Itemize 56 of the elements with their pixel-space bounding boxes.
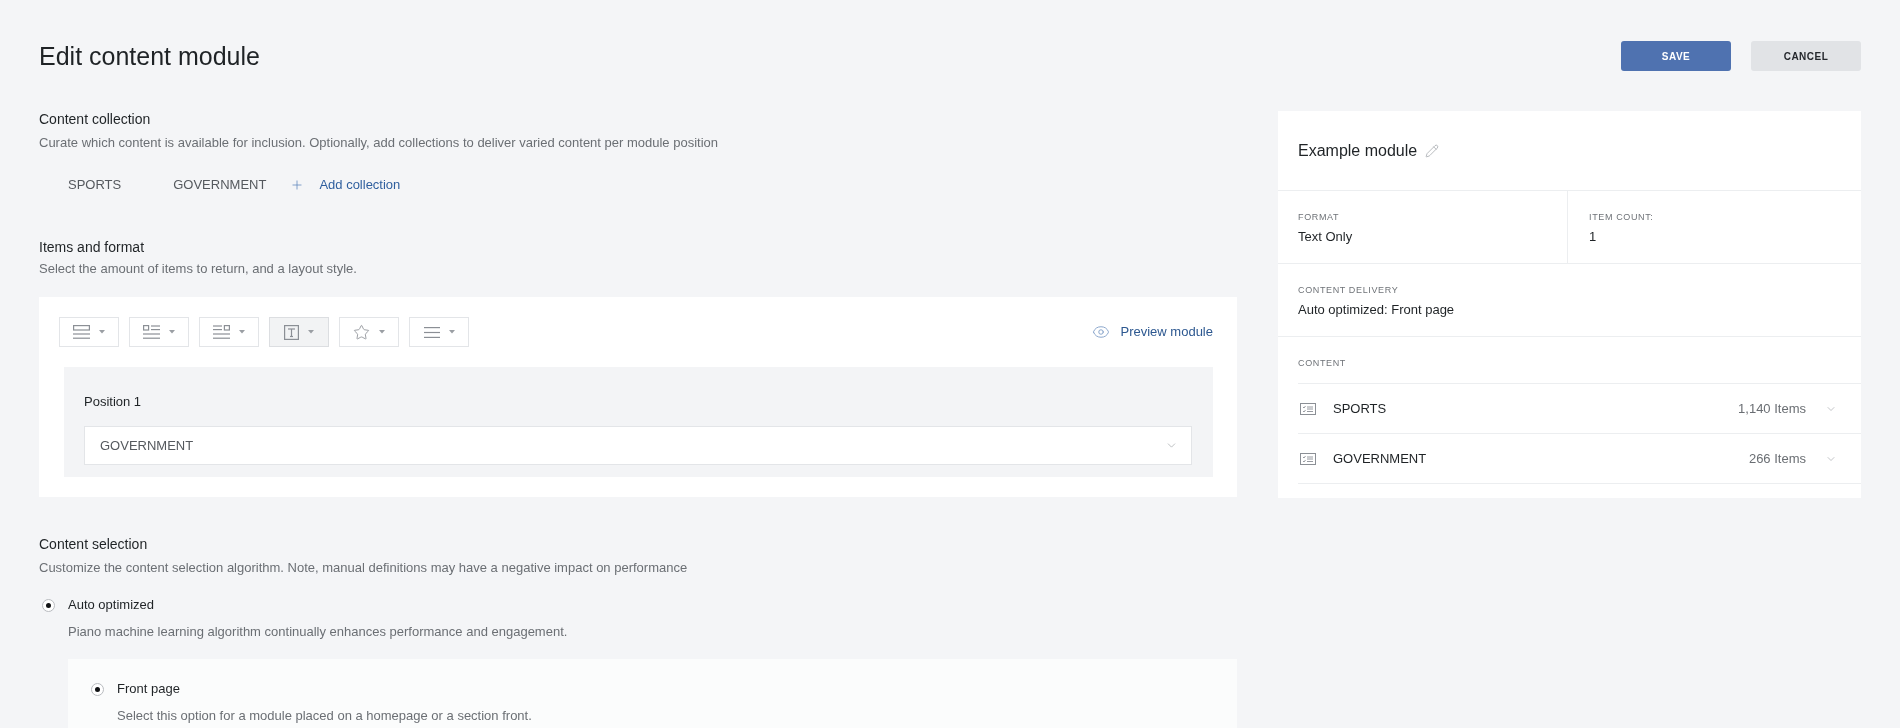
- item-count: 1,140 Items: [1738, 399, 1806, 418]
- field-label: CONTENT: [1298, 357, 1347, 369]
- section-description: Curate which content is available for inclusion. Optionally, add collections to deliver varied content per module position: [39, 134, 720, 152]
- star-icon: [353, 323, 370, 341]
- layout-button[interactable]: [339, 317, 399, 347]
- add-collection-link[interactable]: Add collection: [290, 175, 401, 195]
- caret-icon: [169, 330, 175, 334]
- thumbnail-list-icon: [143, 325, 160, 339]
- option-label: Auto optimized: [68, 596, 154, 615]
- lines-icon: [423, 326, 440, 338]
- section-heading: Items and format: [39, 238, 146, 257]
- text-box-icon: [284, 324, 299, 340]
- layout-button[interactable]: [199, 317, 259, 347]
- layout-button[interactable]: [129, 317, 189, 347]
- option-description: Select this option for a module placed on a homepage or a section front.: [117, 707, 533, 725]
- option-label: Front page: [117, 680, 180, 699]
- caret-icon: [379, 330, 385, 334]
- field-value: Text Only: [1298, 228, 1354, 246]
- collection-name: SPORTS: [1333, 399, 1387, 418]
- thumbnail-right-list-icon: [213, 325, 230, 339]
- position-select[interactable]: GOVERNMENT: [84, 426, 1192, 465]
- position-label: Position 1: [84, 393, 143, 411]
- section-description: Customize the content selection algorithm. Note, manual definitions may have a negative impact on performance: [39, 559, 689, 577]
- field-value: 1: [1589, 228, 1598, 246]
- plus-icon: [290, 178, 305, 192]
- cancel-button[interactable]: CANCEL: [1751, 41, 1861, 71]
- caret-icon: [99, 330, 105, 334]
- section-heading: Content selection: [39, 535, 149, 554]
- preview-module-link[interactable]: Preview module: [1091, 322, 1213, 342]
- section-heading: Content collection: [39, 110, 152, 129]
- pencil-icon[interactable]: [1425, 143, 1440, 158]
- layout-button[interactable]: [409, 317, 469, 347]
- layout-button[interactable]: [269, 317, 329, 347]
- image-rows-icon: [73, 325, 90, 339]
- collection-name[interactable]: SPORTS: [68, 175, 122, 195]
- radio-button[interactable]: [91, 682, 104, 696]
- option-description: Piano machine learning algorithm continually enhances performance and engagement.: [68, 623, 569, 641]
- field-label: CONTENT DELIVERY: [1298, 284, 1400, 296]
- field-value: Auto optimized: Front page: [1298, 301, 1456, 319]
- page-title: Edit content module: [39, 41, 260, 72]
- layout-button[interactable]: [59, 317, 119, 347]
- module-title: Example module: [1298, 140, 1418, 161]
- eye-icon: [1091, 323, 1110, 341]
- save-button[interactable]: SAVE: [1621, 41, 1731, 71]
- collection-name[interactable]: GOVERNMENT: [173, 175, 267, 195]
- item-count: 266 Items: [1748, 449, 1806, 468]
- field-label: FORMAT: [1298, 211, 1341, 223]
- radio-button[interactable]: [42, 598, 55, 612]
- checklist-card-icon: [1300, 402, 1316, 415]
- section-description: Select the amount of items to return, and a layout style.: [39, 260, 358, 278]
- checklist-card-icon: [1300, 452, 1316, 465]
- collection-name: GOVERNMENT: [1333, 449, 1427, 468]
- caret-icon: [448, 330, 455, 334]
- field-label: ITEM COUNT:: [1589, 211, 1655, 223]
- caret-icon: [308, 330, 314, 334]
- caret-icon: [239, 330, 245, 334]
